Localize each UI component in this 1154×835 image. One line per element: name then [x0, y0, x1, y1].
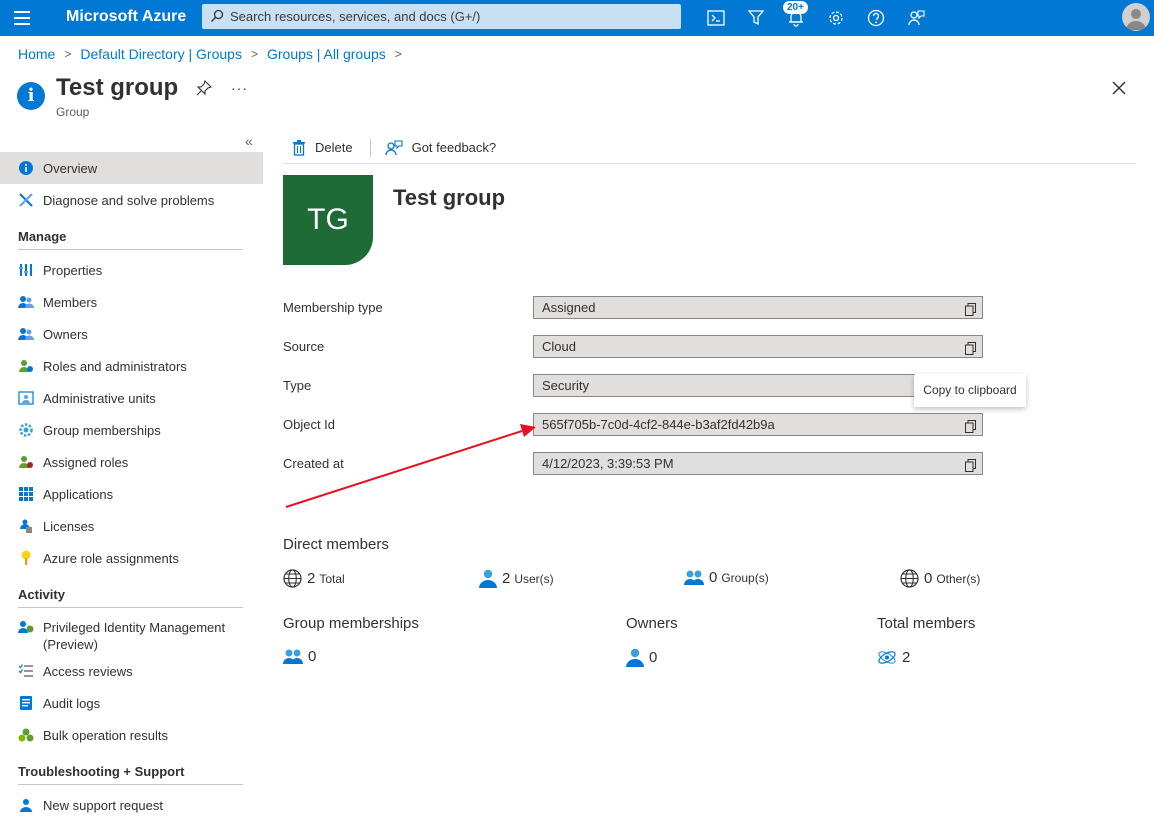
group-memberships-title: Group memberships — [283, 615, 419, 632]
total-label: Total — [319, 571, 345, 586]
direct-members-title: Direct members — [283, 536, 389, 553]
direct-members-total[interactable]: 2 Total — [283, 569, 345, 588]
globe-icon — [900, 569, 919, 588]
direct-members-users[interactable]: 2 User(s) — [479, 569, 554, 588]
group-memberships-value: 0 — [308, 648, 317, 665]
group-memberships-count[interactable]: 0 — [283, 648, 316, 665]
groups-label: Group(s) — [721, 570, 769, 585]
owners-title: Owners — [626, 615, 678, 632]
owners-count[interactable]: 0 — [626, 648, 657, 667]
direct-members-others[interactable]: 0 Other(s) — [900, 569, 980, 588]
owners-value: 0 — [649, 649, 658, 666]
group-icon — [283, 648, 303, 665]
total-members-value: 2 — [902, 649, 911, 666]
others-count: 0 — [924, 570, 933, 587]
users-count: 2 — [502, 570, 511, 587]
annotation-arrow — [285, 424, 536, 508]
groups-count: 0 — [709, 569, 718, 586]
total-count: 2 — [307, 570, 316, 587]
atom-icon — [877, 648, 897, 667]
total-members-count[interactable]: 2 — [877, 648, 910, 667]
globe-icon — [283, 569, 302, 588]
others-label: Other(s) — [936, 571, 981, 586]
users-label: User(s) — [514, 571, 554, 586]
group-icon — [684, 569, 704, 586]
direct-members-groups[interactable]: 0 Group(s) — [684, 569, 769, 586]
user-icon — [479, 569, 497, 588]
user-icon — [626, 648, 644, 667]
total-members-title: Total members — [877, 615, 976, 632]
